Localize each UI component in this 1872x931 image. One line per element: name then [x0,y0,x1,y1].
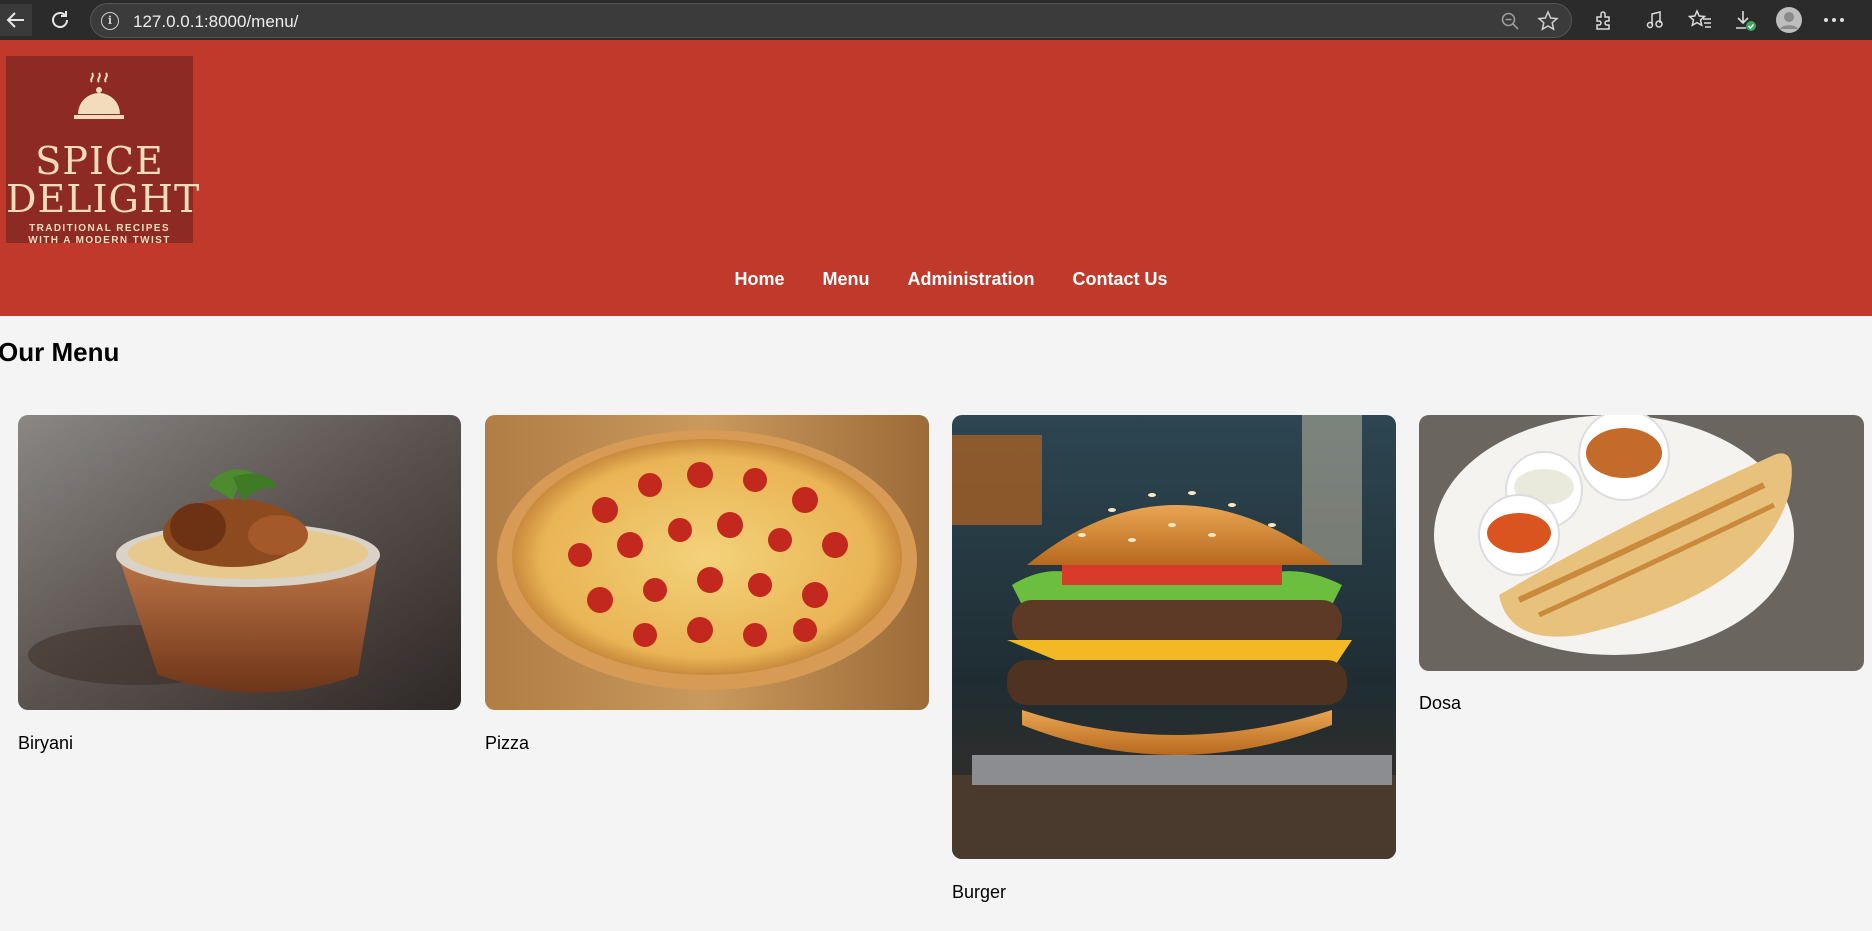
media-control-icon[interactable] [1641,6,1669,34]
main-nav: Home Menu Administration Contact Us [0,264,1872,294]
nav-link-home[interactable]: Home [734,264,784,294]
menu-item-name-burger[interactable]: Burger [952,882,1006,903]
logo-tagline-1: TRADITIONAL RECIPES [29,223,170,234]
menu-card-biryani[interactable]: Biryani [18,415,461,755]
nav-link-contact-us[interactable]: Contact Us [1073,264,1168,294]
pizza-photo[interactable] [485,415,929,710]
back-arrow-icon [6,12,24,28]
downloads-icon[interactable] [1731,6,1759,34]
favorite-star-icon[interactable] [1537,10,1559,32]
favorites-icon[interactable] [1686,6,1714,34]
dosa-photo[interactable] [1419,415,1864,671]
menu-item-name-biryani[interactable]: Biryani [18,733,73,754]
reload-icon [52,11,68,28]
extensions-icon[interactable] [1590,6,1618,34]
burger-photo[interactable] [952,415,1396,859]
nav-link-administration[interactable]: Administration [907,264,1034,294]
nav-link-menu[interactable]: Menu [822,264,869,294]
spice-delight-logo[interactable]: SPICE DELIGHT TRADITIONAL RECIPES WITH A… [6,56,201,246]
menu-item-name-dosa[interactable]: Dosa [1419,693,1461,714]
logo-line-2: DELIGHT [6,177,201,221]
menu-card-burger[interactable]: Burger [952,415,1396,905]
logo-line-1: SPICE [35,139,164,183]
profile-avatar-icon[interactable] [1775,6,1803,34]
biryani-photo[interactable] [18,415,461,710]
site-header: SPICE DELIGHT TRADITIONAL RECIPES WITH A… [0,40,1872,316]
page-title: Our Menu [0,337,120,367]
reload-button[interactable] [44,4,76,36]
back-button[interactable] [0,4,32,36]
cloche-icon [74,72,124,119]
menu-item-name-pizza[interactable]: Pizza [485,733,529,754]
logo-tagline-2: WITH A MODERN TWIST [28,235,171,246]
menu-card-pizza[interactable]: Pizza [485,415,929,755]
browser-toolbar: i 127.0.0.1:8000/menu/ [0,0,1872,40]
menu-card-dosa[interactable]: Dosa [1419,415,1864,715]
more-options-icon[interactable] [1820,6,1848,34]
address-bar[interactable]: i 127.0.0.1:8000/menu/ [90,3,1572,38]
zoom-out-icon[interactable] [1501,12,1519,30]
site-info-icon[interactable]: i [101,12,119,30]
url-text[interactable]: 127.0.0.1:8000/menu/ [133,12,298,32]
